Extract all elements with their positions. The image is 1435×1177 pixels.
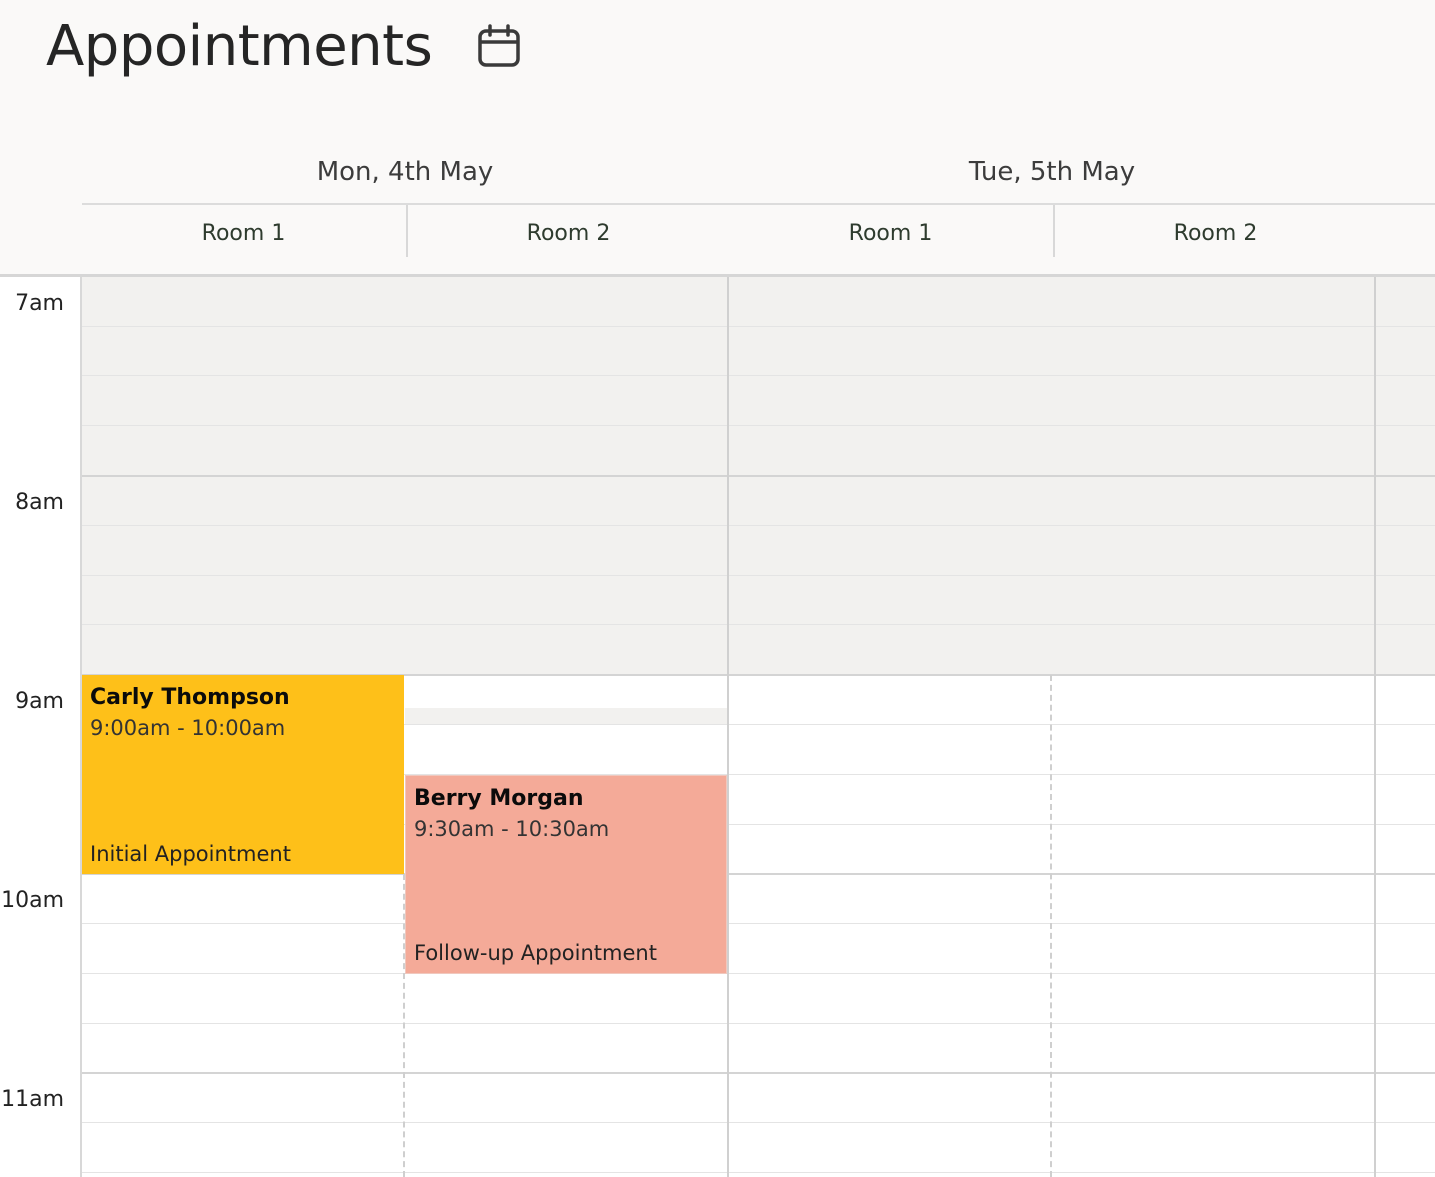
grid-line (82, 375, 1435, 376)
time-label: 11am (1, 1087, 64, 1112)
day-header-mon: Mon, 4th May (316, 157, 494, 187)
calendar-icon[interactable] (476, 24, 522, 68)
appointment-name: Carly Thompson (90, 685, 290, 710)
time-label: 7am (15, 291, 64, 316)
grid-line (82, 1172, 1435, 1173)
appointment-type: Initial Appointment (90, 842, 291, 866)
grid-line (82, 326, 1435, 327)
hour-line (0, 1072, 1435, 1074)
calendar-grid[interactable]: 7am 8am 9am 10am 11am Carly Thompson 9:0… (0, 277, 1435, 1177)
appointment-name: Berry Morgan (414, 786, 584, 811)
room-header-tue-room1: Room 1 (848, 221, 933, 246)
day-column-divider (727, 277, 729, 1177)
grid-line (82, 1023, 1435, 1024)
app-header: Appointments (0, 0, 1435, 123)
grid-line (82, 973, 1435, 974)
appointment-type: Follow-up Appointment (414, 941, 657, 965)
appointment-time: 9:00am - 10:00am (90, 716, 286, 740)
time-gutter: 7am 8am 9am 10am 11am (0, 277, 82, 1177)
time-label: 10am (1, 888, 64, 913)
time-label: 8am (15, 490, 64, 515)
calendar-column-header: Mon, 4th May Tue, 5th May Room 1 Room 2 … (0, 121, 1435, 277)
room-header-mon-room1: Room 1 (201, 221, 286, 246)
room-header-mon-room2: Room 2 (526, 221, 611, 246)
appointment-card[interactable]: Berry Morgan 9:30am - 10:30am Follow-up … (405, 775, 727, 974)
hour-line (0, 475, 1435, 477)
grid-line (82, 425, 1435, 426)
room-column-divider (1050, 675, 1052, 1177)
room-header-tue-room2: Room 2 (1173, 221, 1258, 246)
grid-line (82, 624, 1435, 625)
time-label: 9am (15, 689, 64, 714)
grid-line (82, 525, 1435, 526)
appointment-time: 9:30am - 10:30am (414, 817, 610, 841)
day-header-tue: Tue, 5th May (968, 157, 1136, 187)
page-title: Appointments (46, 14, 433, 79)
grid-line (82, 575, 1435, 576)
grid-line (82, 1122, 1435, 1123)
unavailable-block (405, 708, 727, 725)
day-divider (82, 203, 1435, 205)
grid-line (82, 923, 1435, 924)
day-column-divider (1374, 277, 1376, 1177)
appointment-card[interactable]: Carly Thompson 9:00am - 10:00am Initial … (82, 675, 404, 874)
